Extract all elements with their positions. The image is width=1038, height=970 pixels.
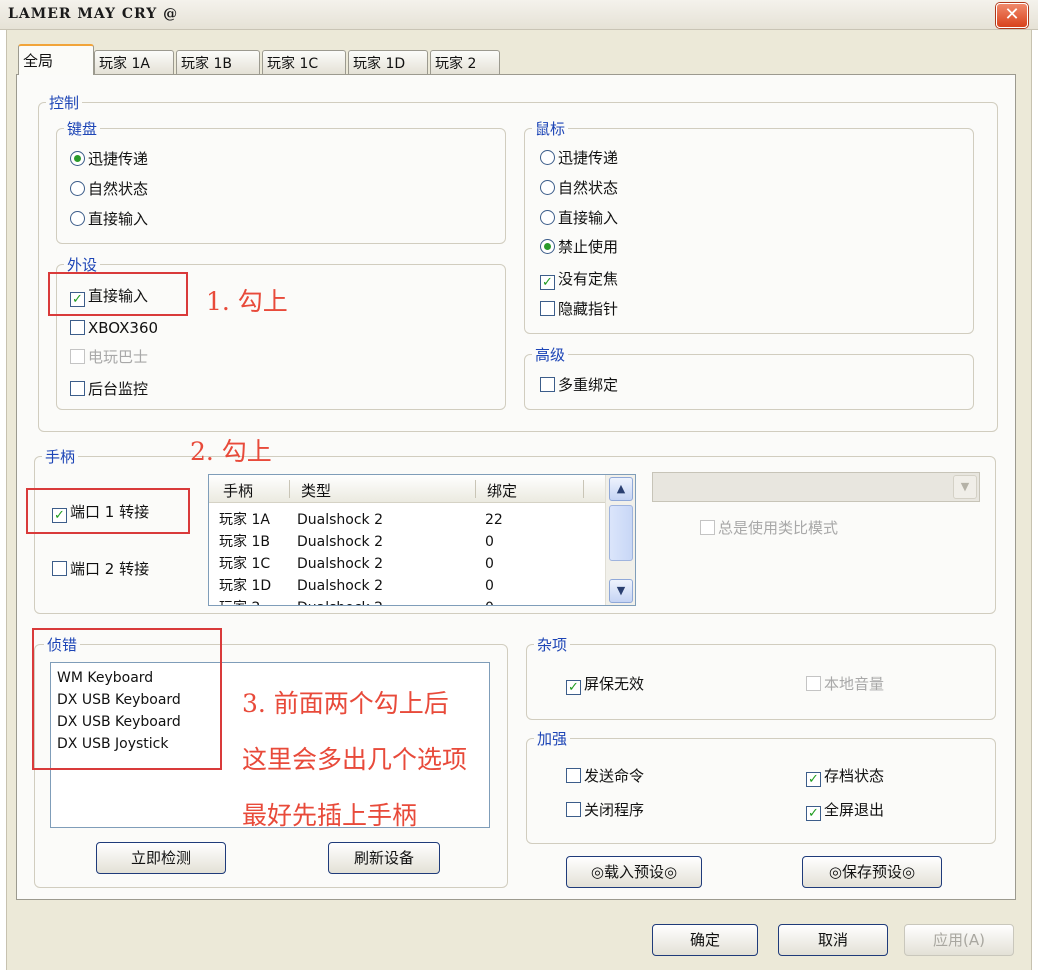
tab-player-1a[interactable]: 玩家 1A [94,50,174,74]
tab-player-2[interactable]: 玩家 2 [430,50,500,74]
mouse-hidepointer-checkbox[interactable]: 隐藏指针 [540,299,618,319]
checkbox-icon [566,768,581,783]
keyboard-quick-radio[interactable]: 迅捷传递 [70,149,148,169]
misc-group-title: 杂项 [534,636,571,654]
checkmark-icon: ✓ [806,772,821,787]
annotation-step1: 1. 勾上 [206,287,288,316]
send-command-checkbox[interactable]: 发送命令 [566,766,644,786]
local-volume-checkbox: 本地音量 [806,674,884,694]
highlight-box-step3 [32,628,222,770]
chevron-down-icon[interactable]: ▼ [953,475,977,499]
gamepad-group-title: 手柄 [42,448,79,466]
checkbox-icon [806,676,821,691]
radio-icon [540,210,555,225]
radio-icon [70,211,85,226]
enhance-group [526,738,996,844]
load-preset-button[interactable]: ◎载入预设◎ [566,856,702,888]
column-separator [289,480,290,498]
radio-icon [540,239,555,254]
mouse-quick-radio[interactable]: 迅捷传递 [540,148,618,168]
checkbox-icon [566,802,581,817]
gamepad-list-scrollbar[interactable]: ▲ ▼ [605,475,635,605]
peripheral-xbox360-checkbox[interactable]: XBOX360 [70,318,158,338]
checkbox-icon [70,320,85,335]
highlight-box-step2 [26,488,190,534]
radio-icon [70,181,85,196]
title-bar: LAMER MAY CRY @ ✕ [0,0,1038,30]
tab-player-1b[interactable]: 玩家 1B [176,50,260,74]
column-header-gamepad[interactable]: 手柄 [223,480,253,501]
peripheral-background-checkbox[interactable]: 后台监控 [70,379,148,399]
checkmark-icon: ✓ [540,275,555,290]
port2-relay-checkbox[interactable]: 端口 2 转接 [52,559,149,579]
mouse-nofocus-checkbox[interactable]: ✓ 没有定焦 [540,269,618,290]
save-preset-button[interactable]: ◎保存预设◎ [802,856,942,888]
save-state-checkbox[interactable]: ✓ 存档状态 [806,766,884,787]
enhance-group-title: 加强 [534,730,571,748]
apply-button: 应用(A) [904,924,1014,956]
fullscreen-exit-checkbox[interactable]: ✓ 全屏退出 [806,800,884,821]
keyboard-direct-radio[interactable]: 直接输入 [70,209,148,229]
close-button[interactable]: ✕ [996,3,1028,28]
control-group-title: 控制 [46,94,83,112]
refresh-devices-button[interactable]: 刷新设备 [328,842,440,874]
column-separator [475,480,476,498]
scroll-up-icon[interactable]: ▲ [609,477,633,501]
window-title: LAMER MAY CRY @ [8,6,179,22]
mouse-natural-radio[interactable]: 自然状态 [540,178,618,198]
always-analog-checkbox: 总是使用类比模式 [700,518,838,538]
cancel-button[interactable]: 取消 [778,924,888,956]
checkbox-icon [70,349,85,364]
annotation-step2: 2. 勾上 [190,437,272,466]
scroll-down-icon[interactable]: ▼ [609,579,633,603]
checkmark-icon: ✓ [806,806,821,821]
checkbox-icon [52,561,67,576]
tab-player-1d[interactable]: 玩家 1D [348,50,428,74]
column-header-type[interactable]: 类型 [301,480,331,501]
checkbox-icon [540,377,555,392]
tab-player-1c[interactable]: 玩家 1C [262,50,346,74]
mouse-direct-radio[interactable]: 直接输入 [540,208,618,228]
highlight-box-step1 [48,272,188,316]
advanced-multibind-checkbox[interactable]: 多重绑定 [540,375,618,395]
keyboard-natural-radio[interactable]: 自然状态 [70,179,148,199]
gamepad-list[interactable]: 手柄 类型 绑定 玩家 1A Dualshock 2 22 玩家 1B Dual… [208,474,636,606]
peripheral-tgbus-checkbox: 电玩巴士 [70,347,148,367]
column-header-binding[interactable]: 绑定 [487,480,517,501]
scroll-thumb[interactable] [609,505,633,561]
radio-icon [70,151,85,166]
annotation-step3-line1: 3. 前面两个勾上后 [242,689,449,718]
checkmark-icon: ✓ [566,680,581,695]
tab-global[interactable]: 全局 [18,44,94,75]
checkbox-icon [540,301,555,316]
screensaver-disable-checkbox[interactable]: ✓ 屏保无效 [566,674,644,695]
annotation-step3-line2: 这里会多出几个选项 [242,745,468,774]
mouse-disable-radio[interactable]: 禁止使用 [540,237,618,257]
checkbox-icon [700,520,715,535]
gamepad-list-header: 手柄 类型 绑定 [209,475,605,503]
keyboard-group-title: 键盘 [64,120,101,138]
checkbox-icon [70,381,85,396]
detect-now-button[interactable]: 立即检测 [96,842,226,874]
annotation-step3-line3: 最好先插上手柄 [242,801,418,830]
radio-icon [540,180,555,195]
close-program-checkbox[interactable]: 关闭程序 [566,800,644,820]
mouse-group-title: 鼠标 [532,120,569,138]
radio-icon [540,150,555,165]
advanced-group-title: 高级 [532,346,569,364]
column-separator [583,480,584,498]
controller-type-dropdown[interactable]: ▼ [652,472,980,502]
ok-button[interactable]: 确定 [652,924,758,956]
